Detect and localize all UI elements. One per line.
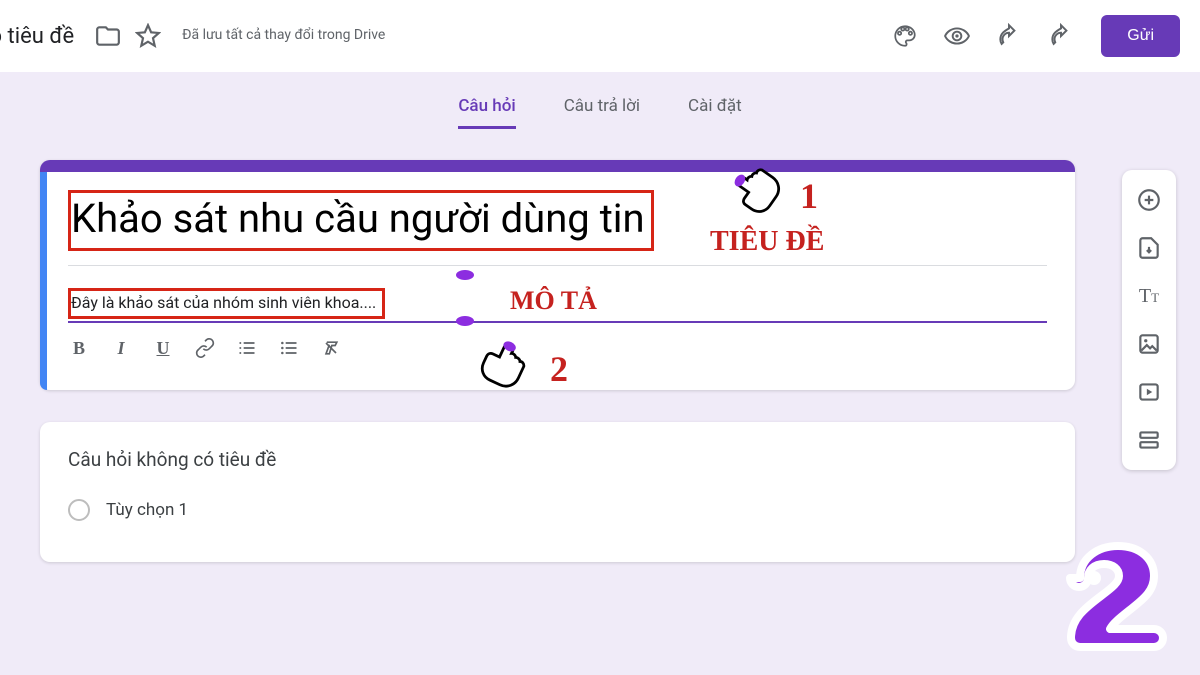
theme-icon[interactable] bbox=[891, 22, 919, 50]
annotation-number-1: 1 bbox=[800, 175, 818, 217]
link-button[interactable] bbox=[194, 337, 216, 359]
question-title[interactable]: Câu hỏi không có tiêu đề bbox=[68, 448, 1047, 471]
folder-icon[interactable] bbox=[94, 22, 122, 50]
option-label[interactable]: Tùy chọn 1 bbox=[106, 500, 188, 520]
underline-button[interactable]: U bbox=[152, 337, 174, 359]
tabs: Câu hỏi Câu trả lời Cài đặt bbox=[0, 96, 1200, 129]
add-question-button[interactable] bbox=[1127, 178, 1171, 222]
side-toolbar: TT bbox=[1122, 170, 1176, 470]
import-question-button[interactable] bbox=[1127, 226, 1171, 270]
preview-icon[interactable] bbox=[943, 22, 971, 50]
add-section-button[interactable] bbox=[1127, 418, 1171, 462]
tab-settings[interactable]: Cài đặt bbox=[688, 96, 742, 129]
undo-icon[interactable] bbox=[995, 22, 1023, 50]
form-description-input[interactable]: Đây là khảo sát của nhóm sinh viên khoa.… bbox=[71, 293, 376, 312]
add-video-button[interactable] bbox=[1127, 370, 1171, 414]
tab-questions[interactable]: Câu hỏi bbox=[458, 96, 515, 129]
italic-button[interactable]: I bbox=[110, 337, 132, 359]
add-title-button[interactable]: TT bbox=[1127, 274, 1171, 318]
annotation-number-2: 2 bbox=[550, 348, 568, 390]
annotation-desc-label: MÔ TẢ bbox=[510, 286, 597, 316]
description-underline bbox=[68, 321, 1047, 323]
bold-button[interactable]: B bbox=[68, 337, 90, 359]
annotation-title-label: TIÊU ĐỀ bbox=[710, 226, 824, 258]
form-title-input[interactable]: Khảo sát nhu cầu người dùng tin bbox=[71, 195, 645, 242]
form-title-highlight: Khảo sát nhu cầu người dùng tin bbox=[68, 190, 654, 251]
option-row: Tùy chọn 1 bbox=[68, 499, 1047, 521]
header-actions: Gửi bbox=[879, 15, 1180, 57]
save-status: Đã lưu tất cả thay đổi trong Drive bbox=[182, 27, 385, 45]
document-title[interactable]: có tiêu đề bbox=[0, 24, 74, 49]
question-card[interactable]: Câu hỏi không có tiêu đề Tùy chọn 1 bbox=[40, 422, 1075, 562]
tab-responses[interactable]: Câu trả lời bbox=[564, 96, 640, 129]
cursor-blob-icon bbox=[456, 316, 474, 326]
title-underline bbox=[68, 265, 1047, 266]
numbered-list-button[interactable] bbox=[236, 337, 258, 359]
star-icon[interactable] bbox=[134, 22, 162, 50]
cursor-blob-icon bbox=[456, 270, 474, 280]
app-header: có tiêu đề Đã lưu tất cả thay đổi trong … bbox=[0, 0, 1200, 72]
form-description-highlight: Đây là khảo sát của nhóm sinh viên khoa.… bbox=[68, 288, 385, 319]
bullet-list-button[interactable] bbox=[278, 337, 300, 359]
send-button[interactable]: Gửi bbox=[1101, 15, 1180, 57]
radio-icon[interactable] bbox=[68, 499, 90, 521]
add-image-button[interactable] bbox=[1127, 322, 1171, 366]
redo-icon[interactable] bbox=[1047, 22, 1075, 50]
clear-format-button[interactable] bbox=[320, 337, 342, 359]
watermark-2-icon bbox=[1050, 533, 1180, 663]
